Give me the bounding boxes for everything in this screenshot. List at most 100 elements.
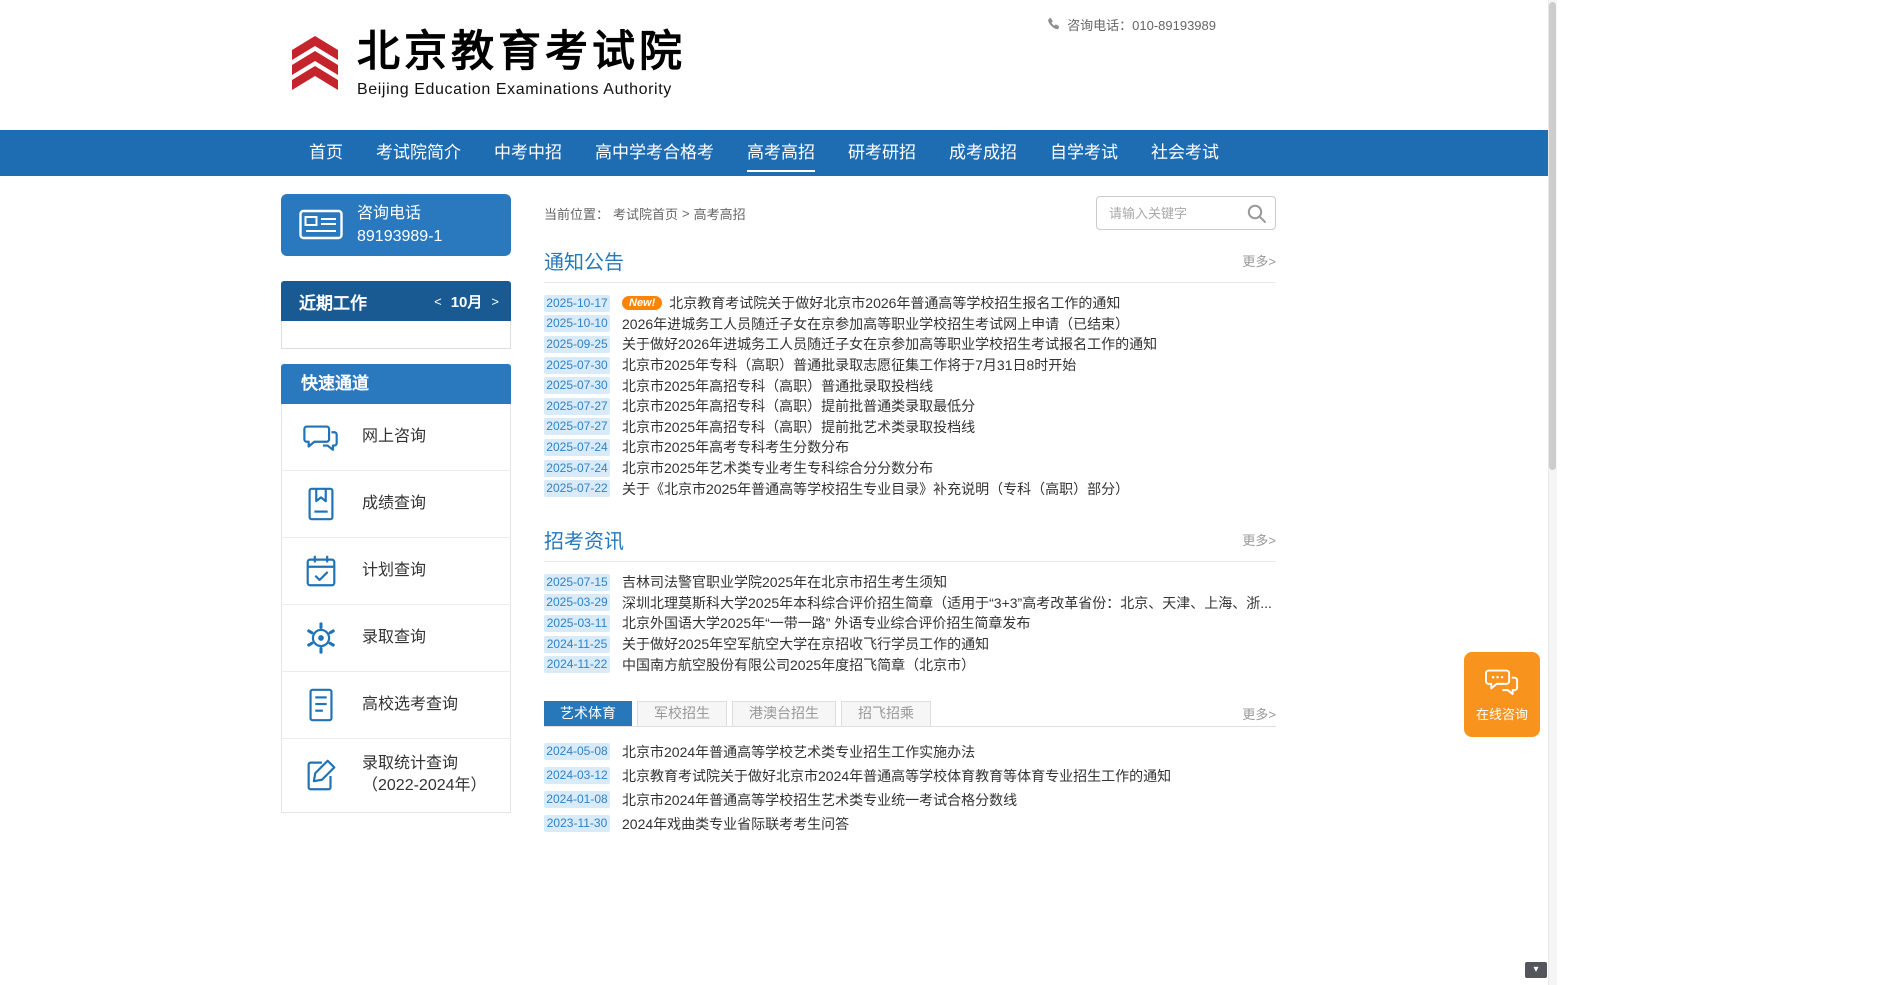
browser-viewport: 咨询电话：010-89193989 北京教育考试院 Beijing Educat… <box>0 0 1557 985</box>
tabs-more-link[interactable]: 更多> <box>1242 704 1276 723</box>
search-box <box>1096 196 1276 230</box>
quick-link-label: 录取统计查询 <box>362 753 487 775</box>
date-badge: 2025-07-22 <box>544 480 610 497</box>
date-badge: 2023-11-30 <box>544 815 610 832</box>
date-badge: 2024-03-12 <box>544 767 610 784</box>
quick-link-plan-query[interactable]: 计划查询 <box>282 537 510 604</box>
breadcrumb-home-link[interactable]: 考试院首页 <box>613 204 678 223</box>
breadcrumb: 当前位置： 考试院首页 > 高考高招 <box>544 204 746 223</box>
quick-link-label: 成绩查询 <box>362 493 426 515</box>
nav-item-zhongkao[interactable]: 中考中招 <box>494 130 562 176</box>
date-badge: 2025-07-24 <box>544 439 610 456</box>
date-badge: 2025-09-25 <box>544 336 610 353</box>
tab-hk-macao-taiwan[interactable]: 港澳台招生 <box>732 701 836 726</box>
list-item: 2025-10-17 New! 北京教育考试院关于做好北京市2026年普通高等学… <box>544 293 1276 314</box>
news-link[interactable]: 吉林司法警官职业学院2025年在北京市招生考生须知 <box>622 572 947 592</box>
quick-link-college-exam-query[interactable]: 高校选考查询 <box>282 671 510 738</box>
news-link[interactable]: 2026年进城务工人员随迁子女在京参加高等职业学校招生考试网上申请（已结束） <box>622 314 1129 334</box>
date-badge: 2024-05-08 <box>544 743 610 760</box>
date-badge: 2024-11-22 <box>544 656 610 673</box>
breadcrumb-prefix: 当前位置： <box>544 204 609 223</box>
quick-link-admission-stats-query[interactable]: 录取统计查询 （2022-2024年） <box>282 738 510 812</box>
list-item: 2025-10-10 2026年进城务工人员随迁子女在京参加高等职业学校招生考试… <box>544 314 1276 335</box>
main-nav: 首页 考试院简介 中考中招 高中学考合格考 高考高招 研考研招 成考成招 自学考… <box>0 130 1557 176</box>
news-link[interactable]: 关于做好2025年空军航空大学在京招收飞行学员工作的通知 <box>622 634 989 654</box>
phone-info-card: 咨询电话 89193989-1 <box>281 194 511 256</box>
search-icon[interactable] <box>1245 202 1269 226</box>
date-badge: 2025-10-17 <box>544 295 610 312</box>
tab-aviation[interactable]: 招飞招乘 <box>841 701 931 726</box>
date-badge: 2025-07-27 <box>544 398 610 415</box>
consult-label: 在线咨询 <box>1476 704 1528 723</box>
quick-link-label: 计划查询 <box>362 560 426 582</box>
quick-link-label: 网上咨询 <box>362 426 426 448</box>
quick-link-admission-query[interactable]: 录取查询 <box>282 604 510 671</box>
quick-link-score-query[interactable]: 成绩查询 <box>282 470 510 537</box>
recent-work-body <box>281 321 511 349</box>
news-link[interactable]: 北京教育考试院关于做好北京市2026年普通高等学校招生报名工作的通知 <box>669 293 1120 313</box>
search-input[interactable] <box>1097 206 1237 221</box>
list-item: 2025-09-25 关于做好2026年进城务工人员随迁子女在京参加高等职业学校… <box>544 334 1276 355</box>
recent-work-widget: 近期工作 < 10月 > <box>281 281 511 349</box>
online-consult-button[interactable]: 在线咨询 <box>1464 652 1540 737</box>
news-link[interactable]: 北京市2025年高招专科（高职）提前批艺术类录取投档线 <box>622 417 975 437</box>
next-month-button[interactable]: > <box>491 294 499 309</box>
nav-item-gaokao[interactable]: 高考高招 <box>747 130 815 176</box>
nav-item-chengkao[interactable]: 成考成招 <box>949 130 1017 176</box>
recent-work-title: 近期工作 <box>299 289 434 314</box>
edit-icon <box>302 756 340 794</box>
nav-item-shehui[interactable]: 社会考试 <box>1151 130 1219 176</box>
logo-title: 北京教育考试院 <box>357 28 686 77</box>
nav-item-xuekao[interactable]: 高中学考合格考 <box>595 130 714 176</box>
zhaokao-more-link[interactable]: 更多> <box>1242 530 1276 549</box>
quick-link-online-consult[interactable]: 网上咨询 <box>282 404 510 470</box>
news-link[interactable]: 北京教育考试院关于做好北京市2024年普通高等学校体育教育等体育专业招生工作的通… <box>622 766 1171 786</box>
nav-item-zixue[interactable]: 自学考试 <box>1050 130 1118 176</box>
current-month-label: 10月 <box>451 291 483 312</box>
nav-item-about[interactable]: 考试院简介 <box>376 130 461 176</box>
list-item: 2025-07-27 北京市2025年高招专科（高职）提前批艺术类录取投档线 <box>544 417 1276 438</box>
document-icon <box>302 686 340 724</box>
date-badge: 2025-03-11 <box>544 615 610 632</box>
list-item: 2025-07-27 北京市2025年高招专科（高职）提前批普通类录取最低分 <box>544 396 1276 417</box>
gear-icon <box>302 619 340 657</box>
list-item: 2025-07-30 北京市2025年高招专科（高职）普通批录取投档线 <box>544 375 1276 396</box>
prev-month-button[interactable]: < <box>434 294 442 309</box>
list-item: 2024-03-12 北京教育考试院关于做好北京市2024年普通高等学校体育教育… <box>544 764 1276 788</box>
scrollbar-thumb[interactable] <box>1549 2 1556 470</box>
date-badge: 2025-07-15 <box>544 574 610 591</box>
quick-link-label: 高校选考查询 <box>362 694 458 716</box>
news-link[interactable]: 关于《北京市2025年普通高等学校招生专业目录》补充说明（专科（高职）部分） <box>622 479 1129 499</box>
nav-item-home[interactable]: 首页 <box>309 130 343 176</box>
news-link[interactable]: 北京市2025年高招专科（高职）提前批普通类录取最低分 <box>622 396 975 416</box>
news-link[interactable]: 北京市2025年专科（高职）普通批录取志愿征集工作将于7月31日8时开始 <box>622 355 1076 375</box>
phone-card-line1: 咨询电话 <box>357 202 442 225</box>
nav-item-yankao[interactable]: 研考研招 <box>848 130 916 176</box>
notice-more-link[interactable]: 更多> <box>1242 251 1276 270</box>
section-title-notice: 通知公告 <box>544 246 624 275</box>
tab-content-list: 2024-05-08 北京市2024年普通高等学校艺术类专业招生工作实施办法 2… <box>544 740 1276 836</box>
news-link[interactable]: 2024年戏曲类专业省际联考考生问答 <box>622 814 849 834</box>
chat-icon <box>302 418 340 456</box>
news-link[interactable]: 北京市2024年普通高等学校艺术类专业招生工作实施办法 <box>622 742 975 762</box>
news-link[interactable]: 关于做好2026年进城务工人员随迁子女在京参加高等职业学校招生考试报名工作的通知 <box>622 334 1157 354</box>
phone-icon <box>1046 17 1061 32</box>
hotline-text: 咨询电话：010-89193989 <box>1067 15 1216 34</box>
news-link[interactable]: 北京市2025年高招专科（高职）普通批录取投档线 <box>622 376 933 396</box>
sidebar: 咨询电话 89193989-1 近期工作 < 10月 > <box>281 194 511 836</box>
news-link[interactable]: 北京市2024年普通高等学校招生艺术类专业统一考试合格分数线 <box>622 790 1017 810</box>
quick-channel-title: 快速通道 <box>281 364 511 404</box>
news-link[interactable]: 深圳北理莫斯科大学2025年本科综合评价招生简章（适用于“3+3”高考改革省份：… <box>622 593 1272 613</box>
news-link[interactable]: 北京市2025年艺术类专业考生专科综合分分数分布 <box>622 458 933 478</box>
tab-military[interactable]: 军校招生 <box>637 701 727 726</box>
category-tabs: 艺术体育 军校招生 港澳台招生 招飞招乘 更多> <box>544 701 1276 727</box>
news-link[interactable]: 北京市2025年高考专科考生分数分布 <box>622 437 849 457</box>
date-badge: 2025-07-24 <box>544 460 610 477</box>
news-link[interactable]: 中国南方航空股份有限公司2025年度招飞简章（北京市） <box>622 655 975 675</box>
news-link[interactable]: 北京外国语大学2025年“一带一路” 外语专业综合评价招生简章发布 <box>622 613 1030 633</box>
list-item: 2023-11-30 2024年戏曲类专业省际联考考生问答 <box>544 812 1276 836</box>
widget-collapse-button[interactable]: ▾ <box>1525 962 1547 978</box>
list-item: 2025-03-11 北京外国语大学2025年“一带一路” 外语专业综合评价招生… <box>544 613 1276 634</box>
tab-art-sports[interactable]: 艺术体育 <box>544 701 632 726</box>
breadcrumb-separator: > <box>682 206 690 221</box>
